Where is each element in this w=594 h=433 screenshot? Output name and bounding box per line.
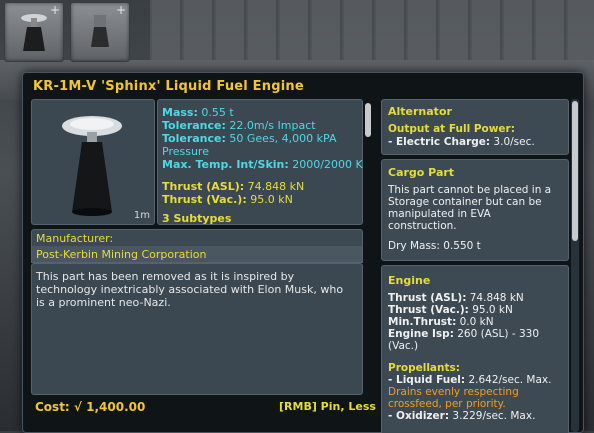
cost-label: Cost: √ 1,400.00	[35, 400, 146, 414]
add-icon: +	[49, 3, 60, 17]
subtypes-link[interactable]: 3 Subtypes	[162, 212, 231, 225]
engine-thumbnail-icon	[21, 14, 47, 51]
stat-mass: Mass: 0.55 t	[162, 106, 234, 119]
pin-hint: [RMB] Pin, Less	[279, 400, 376, 413]
engine-min-thrust: Min.Thrust: 0.0 kN	[388, 316, 494, 328]
description-panel: This part has been removed as it is insp…	[31, 263, 363, 395]
part-title: KR-1M-V 'Sphinx' Liquid Fuel Engine	[33, 79, 304, 94]
stat-max-temp: Max. Temp. Int/Skin: 2000/2000 K	[162, 158, 363, 171]
part-slot-other[interactable]: +	[70, 2, 130, 62]
module-text: This part cannot be placed in a Storage …	[388, 184, 552, 232]
stats-panel: Mass: 0.55 t Tolerance: 22.0m/s Impact T…	[157, 99, 363, 225]
module-title: Alternator	[388, 105, 452, 118]
add-icon: +	[115, 3, 126, 17]
engine-thrust-asl: Thrust (ASL): 74.848 kN	[388, 292, 524, 304]
funds-icon: √	[73, 400, 82, 414]
stats-scrollbar[interactable]	[365, 103, 371, 137]
manufacturer-header: Manufacturer:	[31, 229, 363, 246]
part-tooltip: KR-1M-V 'Sphinx' Liquid Fuel Engine 1m M…	[22, 72, 584, 433]
modules-scrollbar-thumb[interactable]	[572, 101, 578, 241]
size-label: 1m	[133, 210, 150, 221]
module-engine: Engine Thrust (ASL): 74.848 kN Thrust (V…	[381, 265, 569, 433]
manufacturer-name: Post-Kerbin Mining Corporation	[31, 246, 363, 263]
modules-scroll-track[interactable]	[571, 99, 579, 432]
engine-isp: Engine Isp: 260 (ASL) - 330	[388, 328, 540, 340]
engine-oxidizer: - Oxidizer: 3.229/sec. Max.	[388, 410, 536, 422]
module-title: Cargo Part	[388, 166, 455, 179]
engine-drains-note: Drains evenly respecting crossfeed, per …	[388, 386, 519, 410]
engine-propellants: Propellants:	[388, 362, 460, 374]
engine-thumbnail-icon	[91, 15, 109, 47]
module-subtitle: Output at Full Power:	[388, 123, 515, 135]
description-text: This part has been removed as it is insp…	[36, 270, 344, 309]
engine-liquid-fuel: - Liquid Fuel: 2.642/sec. Max.	[388, 374, 552, 386]
module-line: - Electric Charge: 3.0/sec.	[388, 136, 535, 148]
stat-thrust-asl: Thrust (ASL): 74.848 kN	[162, 180, 305, 193]
module-dry-mass: Dry Mass: 0.550 t	[388, 240, 481, 252]
engine-thrust-vac: Thrust (Vac.): 95.0 kN	[388, 304, 513, 316]
stat-tolerance-impact: Tolerance: 22.0m/s Impact	[162, 119, 316, 132]
stat-tolerance-gees: Tolerance: 50 Gees, 4,000 kPA	[162, 132, 337, 145]
part-slot-sphinx[interactable]: +	[4, 2, 64, 62]
engine-model-icon	[62, 116, 122, 216]
module-alternator: Alternator Output at Full Power: - Elect…	[381, 99, 569, 155]
module-cargo: Cargo Part This part cannot be placed in…	[381, 159, 569, 261]
part-preview: 1m	[31, 99, 155, 225]
module-title: Engine	[388, 274, 431, 287]
stat-tolerance-pressure: Pressure	[162, 145, 209, 158]
engine-isp-cont: (Vac.)	[388, 340, 419, 352]
stat-thrust-vac: Thrust (Vac.): 95.0 kN	[162, 193, 293, 206]
